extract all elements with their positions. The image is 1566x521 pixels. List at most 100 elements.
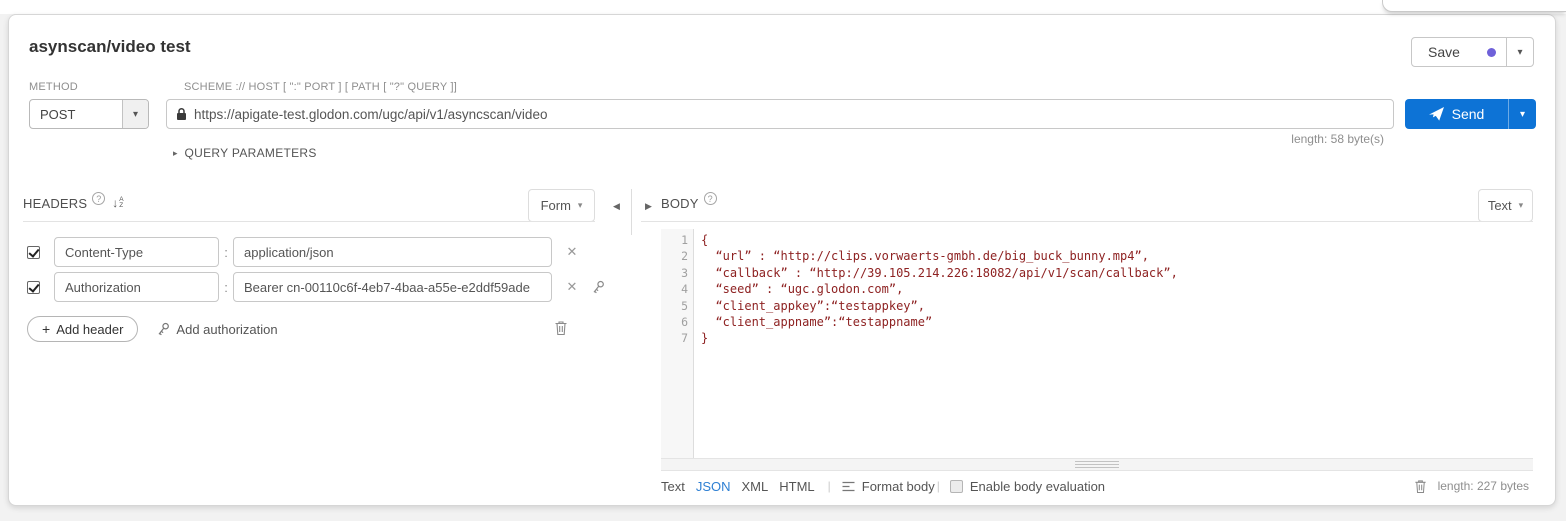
separator: | [828, 479, 831, 493]
add-header-button[interactable]: + Add header [27, 316, 138, 342]
code-line: } [701, 330, 1533, 346]
body-section-header: BODY ? [661, 196, 717, 211]
unsaved-dot-icon [1487, 48, 1496, 57]
colon-separator: : [219, 245, 233, 260]
help-icon[interactable]: ? [704, 192, 717, 205]
headers-section-header: HEADERS ? ↓ AZ [23, 196, 124, 211]
code-line: “client_appname”:“testappname” [701, 314, 1533, 330]
chevron-down-icon: ▾ [1520, 109, 1525, 120]
send-dropdown-button[interactable]: ▾ [1508, 99, 1536, 129]
headers-view-dropdown[interactable]: Form ▾ [528, 189, 595, 222]
enable-body-evaluation-checkbox[interactable] [950, 480, 963, 493]
save-label: Save [1428, 44, 1460, 60]
clear-headers-trash-icon[interactable] [554, 320, 568, 336]
body-type-value: Text [1488, 198, 1512, 213]
top-strip [0, 0, 1566, 14]
overlay-tab-fragment [1382, 0, 1566, 12]
chevron-down-icon: ▾ [1519, 200, 1524, 211]
query-parameters-toggle[interactable]: ▸ QUERY PARAMETERS [173, 146, 317, 160]
body-footer-toolbar: Text JSON XML HTML | Format body | Enabl… [661, 477, 1529, 495]
collapse-body-icon[interactable]: ▶ [645, 201, 652, 212]
add-authorization-label: Add authorization [176, 322, 277, 337]
lock-icon [176, 107, 187, 121]
scheme-label: SCHEME :// HOST [ ":" PORT ] [ PATH [ "?… [184, 81, 457, 93]
body-mode-text[interactable]: Text [661, 479, 685, 494]
url-input[interactable] [194, 107, 1393, 122]
colon-separator: : [219, 280, 233, 295]
header-value-input[interactable] [233, 272, 552, 302]
enable-body-evaluation-label: Enable body evaluation [970, 479, 1105, 494]
line-number: 3 [661, 265, 693, 281]
save-dropdown-button[interactable]: ▾ [1506, 38, 1533, 66]
method-select[interactable]: POST ▾ [29, 99, 149, 129]
url-field[interactable] [166, 99, 1394, 129]
headers-view-value: Form [541, 198, 571, 213]
grip-lines-icon [1075, 461, 1119, 468]
send-label: Send [1452, 106, 1485, 122]
body-mode-html[interactable]: HTML [779, 479, 814, 494]
line-number: 4 [661, 281, 693, 297]
format-body-button[interactable]: Format body [841, 479, 935, 494]
line-number: 5 [661, 298, 693, 314]
format-lines-icon [841, 480, 856, 493]
authorization-key-icon[interactable] [591, 280, 605, 294]
chevron-down-icon: ▾ [578, 200, 583, 211]
body-length-label: length: 227 bytes [1438, 479, 1529, 493]
line-number: 6 [661, 314, 693, 330]
sort-az-icon[interactable]: ↓ AZ [112, 196, 123, 210]
help-icon[interactable]: ? [92, 192, 105, 205]
remove-header-icon[interactable]: ✕ [564, 279, 580, 295]
collapse-headers-icon[interactable]: ◀ [613, 201, 620, 212]
editor-gutter: 1 2 3 4 5 6 7 [661, 229, 694, 458]
body-footer-right: length: 227 bytes [1414, 479, 1529, 494]
line-number: 2 [661, 248, 693, 264]
body-title: BODY [661, 196, 699, 211]
chevron-down-icon: ▾ [1517, 47, 1522, 58]
chevron-down-icon: ▾ [122, 100, 148, 128]
clear-body-trash-icon[interactable] [1414, 479, 1427, 494]
header-row: : ✕ [23, 237, 623, 267]
separator: | [937, 479, 940, 493]
body-mode-json[interactable]: JSON [696, 479, 731, 494]
remove-header-icon[interactable]: ✕ [564, 244, 580, 260]
request-editor-screen: asynscan/video test Save ▾ METHOD SCHEME… [0, 0, 1566, 521]
add-authorization-link[interactable]: Add authorization [156, 322, 277, 337]
url-length-label: length: 58 byte(s) [1291, 132, 1384, 146]
save-button[interactable]: Save ▾ [1411, 37, 1534, 67]
request-card: asynscan/video test Save ▾ METHOD SCHEME… [8, 14, 1556, 506]
plus-icon: + [42, 321, 50, 337]
header-key-input[interactable] [54, 237, 219, 267]
header-key-input[interactable] [54, 272, 219, 302]
code-line: “url” : “http://clips.vorwaerts-gmbh.de/… [701, 248, 1533, 264]
body-editor[interactable]: { “url” : “http://clips.vorwaerts-gmbh.d… [694, 229, 1533, 458]
body-type-dropdown[interactable]: Text ▾ [1478, 189, 1533, 222]
paper-plane-icon [1429, 107, 1444, 121]
method-value: POST [30, 107, 122, 122]
headers-actions-row: + Add header Add authorization [27, 316, 278, 342]
line-number: 7 [661, 330, 693, 346]
send-button-main[interactable]: Send [1405, 99, 1508, 129]
body-mode-xml[interactable]: XML [742, 479, 769, 494]
add-header-label: Add header [56, 322, 123, 337]
code-line: “callback” : “http://39.105.214.226:1808… [701, 265, 1533, 281]
triangle-right-icon: ▸ [173, 148, 178, 159]
headers-divider [23, 221, 595, 222]
key-icon [156, 322, 170, 336]
code-line: { [701, 232, 1533, 248]
query-parameters-label: QUERY PARAMETERS [185, 146, 317, 160]
header-enabled-checkbox[interactable] [27, 281, 40, 294]
header-enabled-checkbox[interactable] [27, 246, 40, 259]
format-body-label: Format body [862, 479, 935, 494]
enable-body-evaluation-toggle[interactable]: Enable body evaluation [950, 479, 1105, 494]
page-title: asynscan/video test [29, 37, 191, 57]
header-row: : ✕ [23, 272, 623, 302]
code-line: “client_appkey”:“testappkey”, [701, 298, 1533, 314]
code-line: “seed” : “ugc.glodon.com”, [701, 281, 1533, 297]
editor-resize-handle[interactable] [661, 458, 1533, 471]
save-button-main[interactable]: Save [1412, 38, 1506, 66]
method-label: METHOD [29, 81, 78, 93]
header-value-input[interactable] [233, 237, 552, 267]
panel-divider [631, 189, 632, 235]
line-number: 1 [661, 232, 693, 248]
send-button[interactable]: Send ▾ [1405, 99, 1536, 129]
